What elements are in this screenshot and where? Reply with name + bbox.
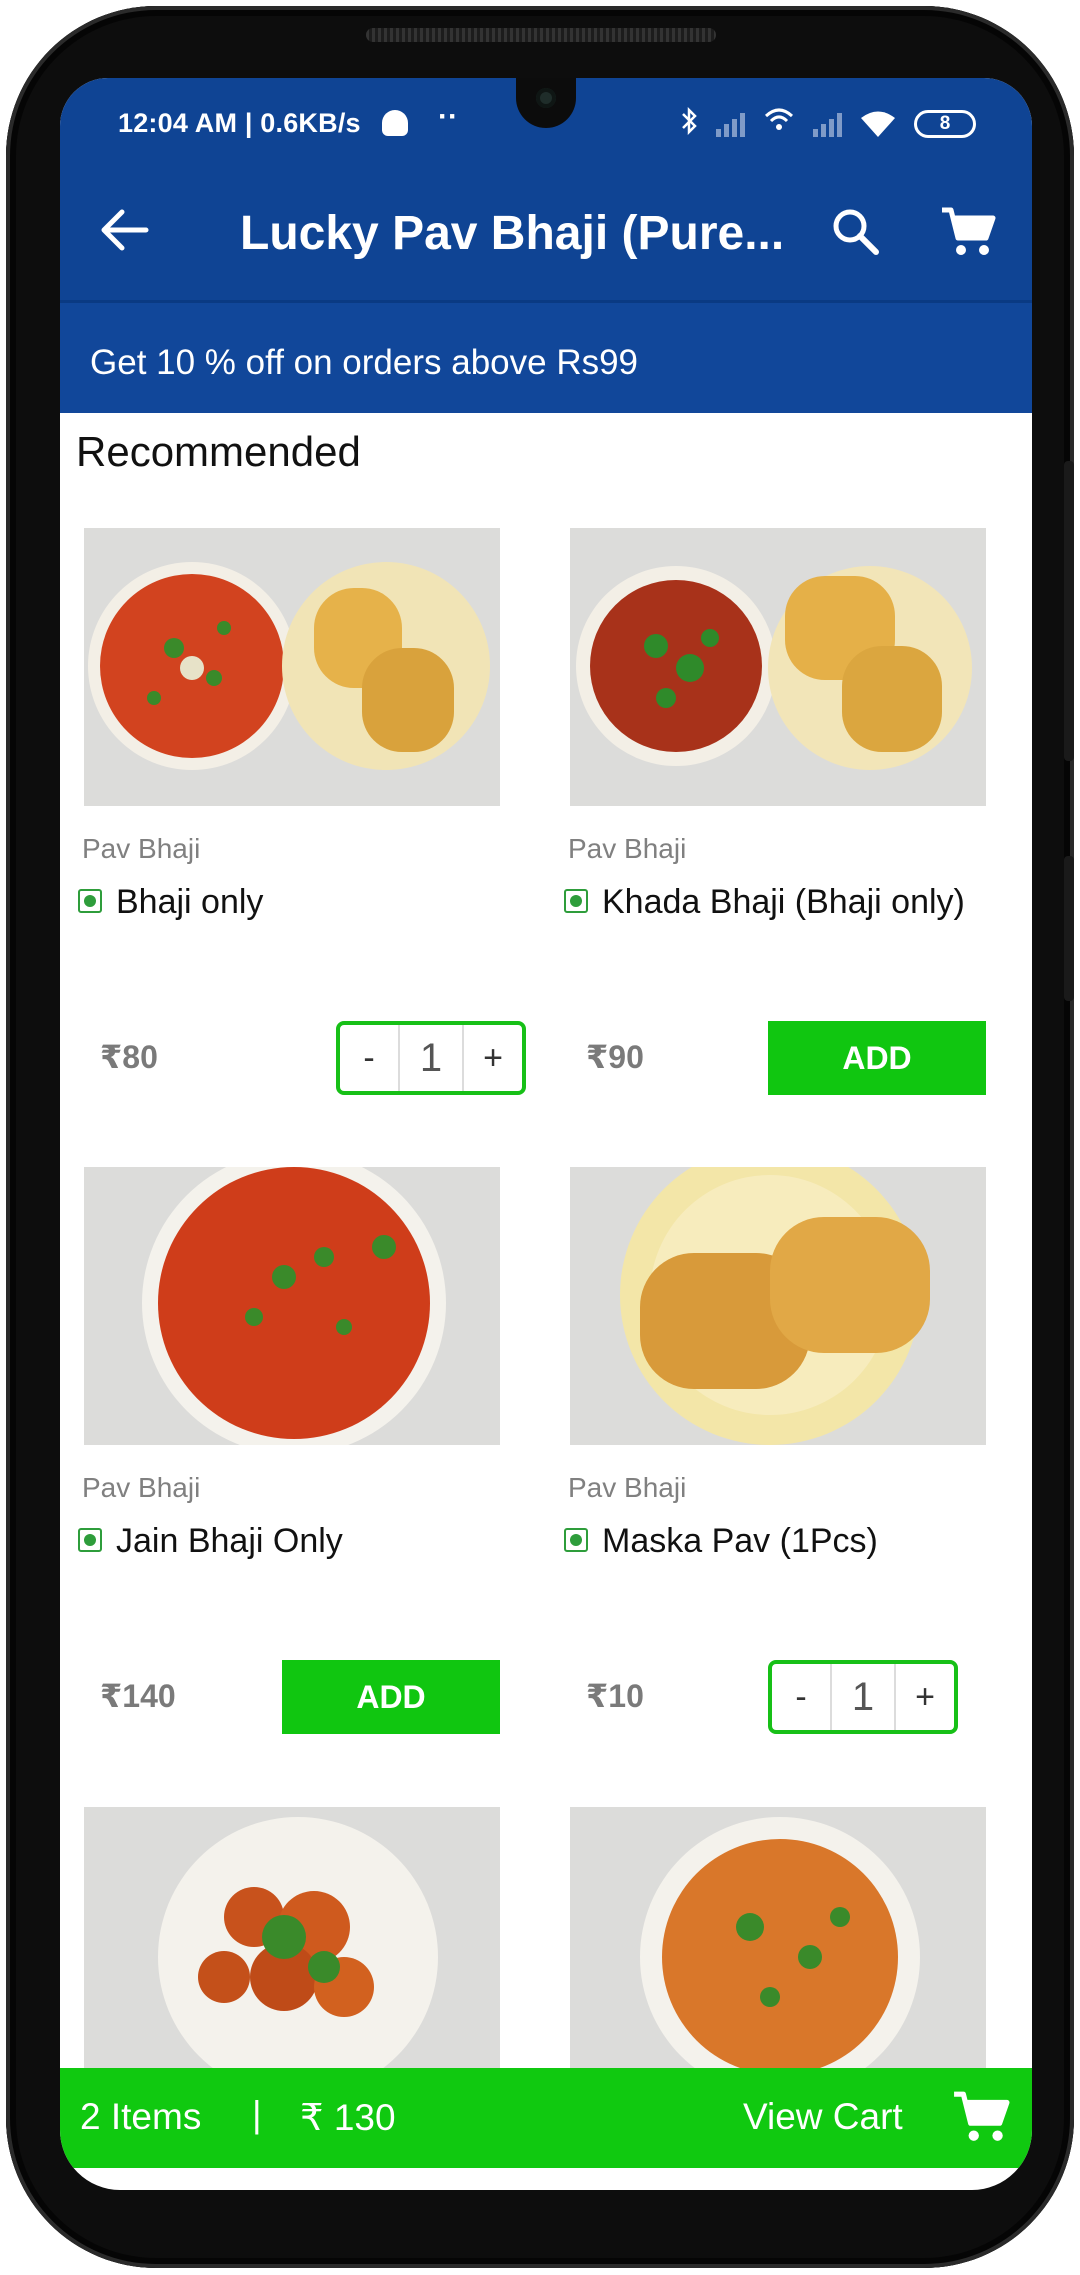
app-bar: Lucky Pav Bhaji (Pure... bbox=[60, 158, 1032, 303]
cart-summary-bar[interactable]: 2 Items | ₹ 130 View Cart bbox=[60, 2068, 1032, 2168]
add-button[interactable]: ADD bbox=[282, 1660, 500, 1734]
status-icons: 8 bbox=[680, 106, 976, 141]
front-camera bbox=[516, 78, 576, 128]
increase-qty-button[interactable]: + bbox=[464, 1025, 522, 1091]
search-icon bbox=[833, 209, 879, 255]
power-button bbox=[1064, 856, 1074, 1001]
section-title: Recommended bbox=[76, 428, 361, 475]
veg-icon bbox=[564, 889, 588, 913]
product-image bbox=[84, 1167, 500, 1445]
signal-icon-2 bbox=[813, 111, 842, 137]
product-image bbox=[570, 1167, 986, 1445]
product-category: Pav Bhaji bbox=[82, 833, 201, 864]
snapchat-icon bbox=[382, 110, 408, 136]
decrease-qty-button[interactable]: - bbox=[340, 1025, 398, 1091]
screen: 12:04 AM | 0.6KB/s ·· 8 Lucky Pav Bhaji … bbox=[60, 78, 1032, 2190]
status-bar: 12:04 AM | 0.6KB/s ·· 8 bbox=[60, 78, 1032, 158]
increase-qty-button[interactable]: + bbox=[896, 1664, 954, 1730]
quantity-stepper: - 1 + bbox=[768, 1660, 958, 1734]
cart-icon bbox=[942, 207, 996, 255]
product-price: ₹10 bbox=[586, 1678, 644, 1714]
bluetooth-icon bbox=[680, 106, 698, 141]
cart-button[interactable] bbox=[940, 204, 996, 260]
product-card[interactable]: Pav Bhaji Khada Bhaji (Bhaji only) ₹90 A… bbox=[546, 528, 1032, 1168]
product-name: Maska Pav (1Pcs) bbox=[602, 1522, 878, 1560]
product-image bbox=[570, 528, 986, 806]
product-category: Pav Bhaji bbox=[568, 1472, 687, 1503]
cart-total: ₹ 130 bbox=[300, 2097, 396, 2138]
wifi-icon bbox=[860, 109, 896, 139]
product-image bbox=[84, 528, 500, 806]
product-name: Khada Bhaji (Bhaji only) bbox=[602, 883, 965, 921]
product-card[interactable] bbox=[60, 1807, 546, 2085]
earpiece bbox=[366, 28, 716, 42]
offer-banner[interactable]: Get 10 % off on orders above Rs99 bbox=[60, 303, 1032, 413]
status-time: 12:04 AM | 0.6KB/s bbox=[118, 108, 361, 138]
quantity-value: 1 bbox=[398, 1025, 464, 1091]
battery-indicator: 8 bbox=[914, 109, 976, 138]
product-category: Pav Bhaji bbox=[82, 1472, 201, 1503]
product-name: Jain Bhaji Only bbox=[116, 1522, 343, 1560]
cart-item-count: 2 Items bbox=[80, 2096, 202, 2137]
veg-icon bbox=[564, 1528, 588, 1552]
cart-separator: | bbox=[252, 2094, 262, 2135]
add-button[interactable]: ADD bbox=[768, 1021, 986, 1095]
more-notifications-icon: ·· bbox=[438, 100, 458, 133]
decrease-qty-button[interactable]: - bbox=[772, 1664, 830, 1730]
view-cart-button[interactable]: View Cart bbox=[743, 2096, 903, 2138]
back-button[interactable] bbox=[100, 208, 150, 252]
product-image bbox=[570, 1807, 986, 2085]
signal-icon bbox=[716, 111, 745, 137]
product-name: Bhaji only bbox=[116, 883, 264, 921]
search-button[interactable] bbox=[830, 206, 882, 258]
product-category: Pav Bhaji bbox=[568, 833, 687, 864]
product-card[interactable]: Pav Bhaji Jain Bhaji Only ₹140 ADD bbox=[60, 1167, 546, 1807]
arrow-left-icon bbox=[101, 209, 149, 251]
product-image bbox=[84, 1807, 500, 2085]
quantity-stepper: - 1 + bbox=[336, 1021, 526, 1095]
quantity-value: 1 bbox=[830, 1664, 896, 1730]
product-price: ₹80 bbox=[100, 1039, 158, 1075]
product-card[interactable]: Pav Bhaji Bhaji only ₹80 - 1 + bbox=[60, 528, 546, 1168]
veg-icon bbox=[78, 889, 102, 913]
cart-icon[interactable] bbox=[952, 2088, 1010, 2146]
volume-button bbox=[1064, 461, 1074, 761]
page-title: Lucky Pav Bhaji (Pure... bbox=[240, 207, 785, 260]
product-price: ₹90 bbox=[586, 1039, 644, 1075]
product-card[interactable] bbox=[546, 1807, 1032, 2085]
product-price: ₹140 bbox=[100, 1678, 176, 1714]
veg-icon bbox=[78, 1528, 102, 1552]
wifi-calling-icon bbox=[763, 106, 795, 141]
phone-frame: 12:04 AM | 0.6KB/s ·· 8 Lucky Pav Bhaji … bbox=[6, 6, 1074, 2268]
product-card[interactable]: Pav Bhaji Maska Pav (1Pcs) ₹10 - 1 + bbox=[546, 1167, 1032, 1807]
